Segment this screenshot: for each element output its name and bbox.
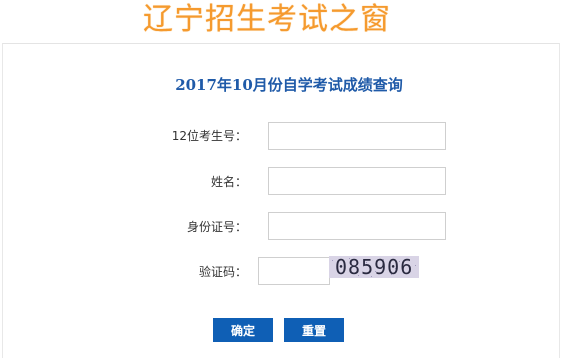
captcha-label: 验证码： (198, 265, 247, 279)
name-label: 姓名： (210, 175, 247, 189)
form-title: 2017年10月份自学考试成绩查询 (175, 76, 403, 94)
captcha-text: 085906 (335, 256, 414, 278)
name-input[interactable] (268, 167, 446, 195)
site-logo: 辽宁招生考试之窗 (143, 2, 391, 37)
exam-number-input[interactable] (268, 122, 446, 150)
id-number-input[interactable] (268, 212, 446, 240)
captcha-input[interactable] (258, 257, 330, 285)
captcha-image[interactable]: 085906 (329, 256, 419, 278)
submit-button[interactable]: 确定 (213, 318, 273, 342)
id-number-label: 身份证号： (186, 220, 247, 234)
exam-number-label: 12位考生号： (171, 129, 247, 143)
query-panel: 2017年10月份自学考试成绩查询 (2, 43, 560, 358)
reset-button[interactable]: 重置 (284, 318, 344, 342)
site-banner: 辽宁招生考试之窗 (0, 0, 563, 40)
